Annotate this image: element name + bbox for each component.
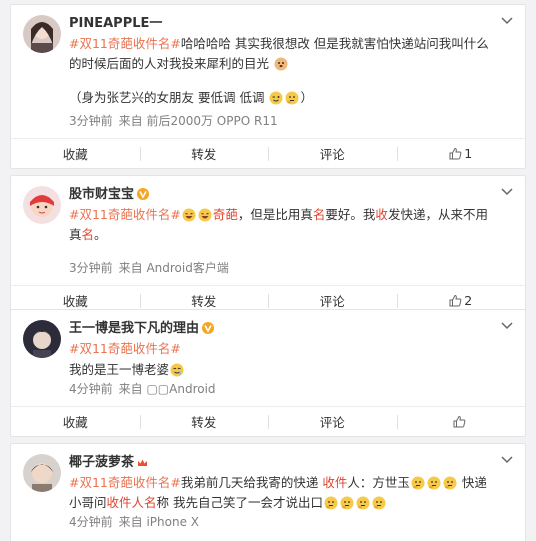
post-meta: 3分钟前 来自 Android客户端 bbox=[69, 259, 495, 285]
post-card: 椰子菠萝茶 #双11奇葩收件名#我弟前几天给我寄的快递 收件人：方世玉 快递小哥… bbox=[10, 443, 526, 541]
post-card: PINEAPPLE一 #双11奇葩收件名#哈哈哈哈 其实我很想改 但是我就害怕快… bbox=[10, 4, 526, 169]
chevron-down-icon[interactable] bbox=[501, 322, 513, 330]
post-source: 来自 前后2000万 OPPO R11 bbox=[118, 114, 278, 128]
post-text-segment: 我弟前几天给我寄的快递 bbox=[180, 475, 323, 490]
keyword-highlight: 收件人名 bbox=[106, 495, 157, 510]
crown-badge-icon bbox=[138, 459, 148, 466]
post-time[interactable]: 3分钟前 bbox=[69, 114, 113, 128]
avatar[interactable] bbox=[23, 454, 61, 492]
username-text[interactable]: 股市财宝宝 bbox=[69, 187, 134, 202]
avatar[interactable] bbox=[23, 186, 61, 224]
action-bar: 收藏 转发 评论 1 bbox=[11, 138, 525, 168]
like-count: 2 bbox=[464, 293, 473, 308]
wink-emoji-icon bbox=[269, 91, 283, 105]
post-text: #双11奇葩收件名#我弟前几天给我寄的快递 收件人：方世玉 快递小哥问收件人名称… bbox=[69, 473, 495, 513]
post-text: （身为张艺兴的女朋友 要低调 低调 ） bbox=[69, 88, 495, 108]
avatar[interactable] bbox=[23, 15, 61, 53]
post-meta: 4分钟前 来自 ▢▢Android bbox=[69, 380, 495, 406]
post-text: #双11奇葩收件名# bbox=[69, 339, 495, 359]
post-source: 来自 iPhone X bbox=[118, 515, 199, 529]
chevron-down-icon[interactable] bbox=[501, 17, 513, 25]
comment-button[interactable]: 评论 bbox=[268, 407, 397, 436]
thinking-emoji-icon bbox=[372, 496, 386, 510]
thumbs-up-icon bbox=[449, 294, 462, 307]
keyword-highlight: 名 bbox=[81, 227, 95, 242]
drool-emoji-icon bbox=[170, 363, 184, 377]
chevron-down-icon[interactable] bbox=[501, 188, 513, 196]
forward-button[interactable]: 转发 bbox=[139, 407, 269, 436]
post-card: 股市财宝宝 #双11奇葩收件名# 奇葩，但是比用真名要好。我收发快递，从来不用真名… bbox=[10, 175, 526, 316]
weibo-feed: PINEAPPLE一 #双11奇葩收件名#哈哈哈哈 其实我很想改 但是我就害怕快… bbox=[0, 0, 536, 541]
post-time[interactable]: 4分钟前 bbox=[69, 382, 113, 396]
like-button[interactable]: 1 bbox=[396, 139, 526, 168]
v-badge-icon bbox=[202, 322, 215, 334]
topic-tag[interactable]: #双11奇葩收件名# bbox=[69, 36, 181, 51]
post-text-segment: 要好。我 bbox=[325, 207, 376, 222]
laugh-emoji-icon bbox=[198, 208, 212, 222]
post-text-segment: 。 bbox=[94, 227, 107, 242]
thinking-emoji-icon bbox=[411, 476, 425, 490]
action-bar: 收藏 转发 评论 bbox=[11, 406, 525, 436]
post-text-segment: ，但是比用真 bbox=[237, 207, 313, 222]
post-text-segment: （身为张艺兴的女朋友 要低调 低调 bbox=[69, 90, 265, 105]
post-source: 来自 Android客户端 bbox=[118, 261, 229, 275]
thinking-emoji-icon bbox=[324, 496, 338, 510]
chevron-down-icon[interactable] bbox=[501, 456, 513, 464]
thinking-emoji-icon bbox=[427, 476, 441, 490]
topic-tag[interactable]: #双11奇葩收件名# bbox=[69, 475, 181, 490]
topic-tag[interactable]: #双11奇葩收件名# bbox=[69, 341, 181, 356]
post-time[interactable]: 4分钟前 bbox=[69, 515, 113, 529]
username[interactable]: 椰子菠萝茶 bbox=[69, 454, 495, 472]
keyword-highlight: 收 bbox=[375, 207, 388, 222]
keyword-highlight: 收件 bbox=[322, 475, 348, 490]
avatar[interactable] bbox=[23, 320, 61, 358]
topic-tag[interactable]: #双11奇葩收件名# bbox=[69, 207, 181, 222]
thumbs-up-icon bbox=[449, 147, 462, 160]
username[interactable]: 股市财宝宝 bbox=[69, 186, 495, 204]
post-source: 来自 ▢▢Android bbox=[118, 382, 216, 396]
thinking-emoji-icon bbox=[356, 496, 370, 510]
collect-button[interactable]: 收藏 bbox=[11, 139, 140, 168]
post-time[interactable]: 3分钟前 bbox=[69, 261, 113, 275]
username[interactable]: PINEAPPLE一 bbox=[69, 15, 495, 33]
v-badge-icon bbox=[137, 188, 150, 200]
username[interactable]: 王一博是我下凡的理由 bbox=[69, 320, 495, 338]
thinking-emoji-icon bbox=[285, 91, 299, 105]
post-text-segment: 人：方世玉 bbox=[347, 475, 410, 490]
thinking-emoji-icon bbox=[340, 496, 354, 510]
post-text-segment: 称 我先自己笑了一会才说出口 bbox=[156, 495, 324, 510]
laugh-emoji-icon bbox=[182, 208, 196, 222]
like-count: 1 bbox=[464, 146, 473, 161]
dog-emoji-icon bbox=[274, 57, 288, 71]
keyword-highlight: 奇葩 bbox=[212, 207, 238, 222]
post-text-segment: ） bbox=[300, 90, 313, 105]
forward-button[interactable]: 转发 bbox=[139, 139, 269, 168]
username-text[interactable]: 椰子菠萝茶 bbox=[69, 455, 134, 470]
like-button[interactable] bbox=[396, 407, 526, 436]
post-text: 我的是王一博老婆 bbox=[69, 360, 495, 380]
post-text-segment: 我的是王一博老婆 bbox=[69, 362, 170, 377]
comment-button[interactable]: 评论 bbox=[268, 139, 397, 168]
post-text: #双11奇葩收件名#哈哈哈哈 其实我很想改 但是我就害怕快递站问我叫什么的时候后… bbox=[69, 34, 495, 74]
post-card: 王一博是我下凡的理由 #双11奇葩收件名# 我的是王一博老婆 4分钟前 来自 ▢▢… bbox=[10, 309, 526, 437]
username-text[interactable]: 王一博是我下凡的理由 bbox=[69, 321, 199, 336]
thinking-emoji-icon bbox=[443, 476, 457, 490]
collect-button[interactable]: 收藏 bbox=[11, 407, 140, 436]
post-meta: 4分钟前 来自 iPhone X bbox=[69, 513, 495, 539]
post-meta: 3分钟前 来自 前后2000万 OPPO R11 bbox=[69, 112, 495, 138]
post-text: #双11奇葩收件名# 奇葩，但是比用真名要好。我收发快递，从来不用真名。 bbox=[69, 205, 495, 245]
thumbs-up-icon bbox=[453, 415, 466, 428]
keyword-highlight: 名 bbox=[312, 207, 326, 222]
